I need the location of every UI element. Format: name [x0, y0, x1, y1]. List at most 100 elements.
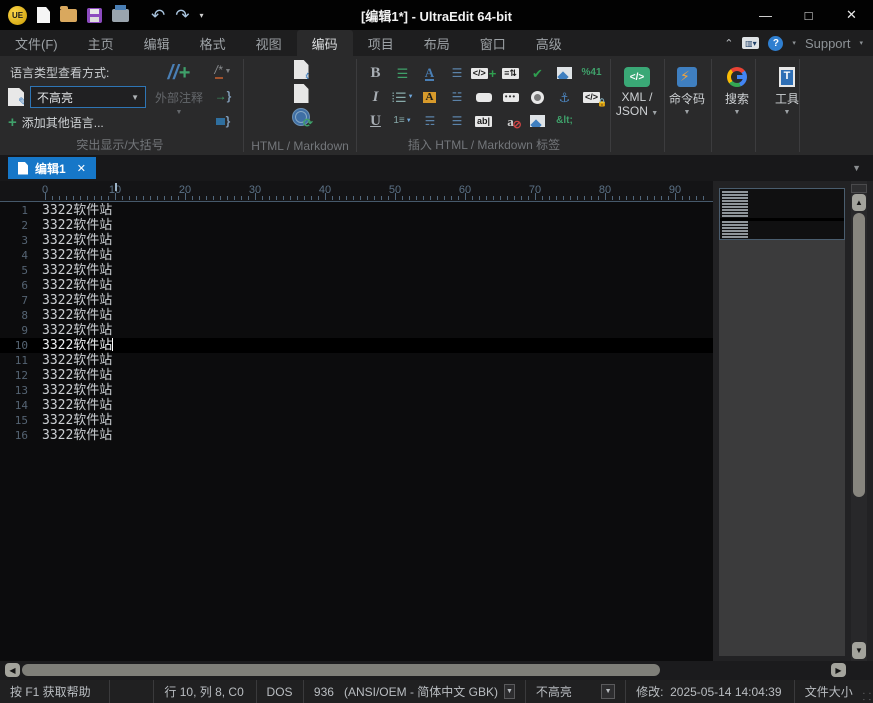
editor-text-area[interactable]: 13322软件站23322软件站33322软件站43322软件站53322软件站…: [0, 203, 713, 661]
print-icon[interactable]: [112, 9, 129, 22]
document-map-viewport[interactable]: [719, 188, 845, 240]
underline-icon[interactable]: U: [370, 114, 381, 129]
editor-line[interactable]: 123322软件站: [0, 368, 713, 383]
editor-line[interactable]: 63322软件站: [0, 278, 713, 293]
alt-tag-icon[interactable]: &lt;: [556, 116, 573, 126]
quick-access-dropdown-icon[interactable]: ▾: [200, 11, 204, 20]
menu-tab-窗口[interactable]: 窗口: [465, 30, 521, 56]
redo-icon[interactable]: ↷: [175, 7, 189, 24]
status-highlight-mode[interactable]: 不高亮 ▼: [526, 680, 626, 703]
highlight-dropdown-icon[interactable]: ▼: [601, 684, 615, 699]
editor-line[interactable]: 153322软件站: [0, 413, 713, 428]
help-dropdown-icon[interactable]: ▾: [792, 39, 796, 47]
editor-line[interactable]: 43322软件站: [0, 248, 713, 263]
percent-encode-icon[interactable]: %41: [581, 68, 601, 78]
code-add-icon[interactable]: </>+: [471, 67, 497, 80]
editor-line[interactable]: 13322软件站: [0, 203, 713, 218]
menu-tab-视图[interactable]: 视图: [241, 30, 297, 56]
scroll-up-button[interactable]: ▲: [852, 194, 866, 211]
edit-language-icon[interactable]: [8, 88, 24, 106]
undo-icon[interactable]: ↶: [151, 7, 165, 24]
support-menu[interactable]: Support: [805, 36, 851, 51]
editor-line[interactable]: 143322软件站: [0, 398, 713, 413]
scrollbar-split-box[interactable]: [851, 184, 867, 193]
editor-line[interactable]: 113322软件站: [0, 353, 713, 368]
status-line-ending[interactable]: DOS: [257, 680, 304, 703]
html-preview-icon[interactable]: ⚙: [294, 60, 309, 79]
collapse-ribbon-icon[interactable]: ⌃: [724, 37, 733, 50]
status-cursor-position[interactable]: 行 10, 列 8, C0: [154, 680, 256, 703]
button-field-icon[interactable]: [476, 93, 492, 102]
resize-grip[interactable]: ⸬: [863, 689, 871, 703]
align-center-icon[interactable]: ☰: [452, 67, 462, 79]
editor-line[interactable]: 133322软件站: [0, 383, 713, 398]
menu-tab-格式[interactable]: 格式: [185, 30, 241, 56]
xml-json-button[interactable]: </>XML /JSON ▼: [612, 56, 662, 155]
list-indent-icon[interactable]: ☰: [397, 67, 409, 80]
editor-line-active[interactable]: 103322软件站: [0, 338, 713, 353]
vertical-scrollbar[interactable]: ▲ ▼: [851, 181, 867, 661]
image-copy-icon[interactable]: [557, 67, 572, 79]
status-encoding[interactable]: 936 (ANSI/OEM - 简体中文 GBK) ▼: [304, 680, 526, 703]
editor-line[interactable]: 53322软件站: [0, 263, 713, 278]
goto-brace-button[interactable]: →}: [215, 87, 232, 105]
editor-line[interactable]: 33322软件站: [0, 233, 713, 248]
menu-tab-高级[interactable]: 高级: [521, 30, 577, 56]
radio-button-icon[interactable]: [531, 91, 544, 104]
tab-close-icon[interactable]: ✕: [77, 162, 86, 175]
encoding-dropdown-icon[interactable]: ▼: [504, 684, 515, 699]
editor-line[interactable]: 73322软件站: [0, 293, 713, 308]
tab-list-dropdown-icon[interactable]: ▼: [852, 163, 861, 173]
scroll-left-button[interactable]: ◀: [5, 663, 20, 677]
menu-tab-编辑[interactable]: 编辑: [129, 30, 185, 56]
ue-logo[interactable]: UE: [8, 6, 27, 25]
editor-line[interactable]: 163322软件站: [0, 428, 713, 443]
highlight-icon[interactable]: A: [423, 92, 437, 103]
input-method-icon[interactable]: ▥▾: [742, 37, 759, 49]
attributes-icon[interactable]: ≡⇅: [502, 68, 519, 79]
vertical-scrollbar-thumb[interactable]: [853, 213, 865, 497]
image-icon[interactable]: [530, 115, 545, 127]
support-dropdown-icon[interactable]: ▾: [859, 39, 863, 47]
align-left-icon[interactable]: ☴: [425, 115, 435, 127]
horizontal-scrollbar-thumb[interactable]: [22, 664, 660, 676]
menu-tab-布局[interactable]: 布局: [409, 30, 465, 56]
browser-view-icon[interactable]: [292, 108, 310, 126]
no-format-icon[interactable]: a: [507, 115, 514, 128]
comment-toggle-button[interactable]: /*▼: [215, 62, 232, 80]
checkbox-icon[interactable]: ✔: [532, 67, 543, 80]
add-language-button[interactable]: + 添加其他语言...: [8, 114, 104, 131]
code-lock-icon[interactable]: </>: [583, 92, 600, 103]
horizontal-scrollbar[interactable]: ◀ ▶: [0, 661, 851, 680]
save-icon[interactable]: [87, 8, 102, 23]
scroll-right-button[interactable]: ▶: [831, 663, 846, 677]
menu-tab-编码[interactable]: 编码: [297, 30, 353, 56]
command-code-button[interactable]: 命令码▼: [662, 56, 712, 155]
select-brace-button[interactable]: }: [216, 112, 231, 130]
align-justify-icon[interactable]: ☰: [452, 115, 462, 127]
close-button[interactable]: ✕: [830, 0, 873, 30]
tab-edit1[interactable]: 编辑1 ✕: [8, 157, 96, 179]
bullet-list-icon[interactable]: ⁞☰▼: [391, 91, 413, 104]
numbered-list-icon[interactable]: 1≡▼: [393, 116, 411, 126]
new-file-icon[interactable]: [37, 7, 50, 23]
scroll-down-button[interactable]: ▼: [852, 642, 866, 659]
font-color-icon[interactable]: A: [425, 66, 434, 81]
menu-tab-主页[interactable]: 主页: [73, 30, 129, 56]
html-run-icon[interactable]: ⚡▼: [294, 84, 309, 103]
editor-line[interactable]: 23322软件站: [0, 218, 713, 233]
text-field-icon[interactable]: ab|: [475, 116, 492, 127]
align-right-icon[interactable]: ☱: [452, 91, 462, 103]
editor-line[interactable]: 83322软件站: [0, 308, 713, 323]
menu-tab-文件(F)[interactable]: 文件(F): [0, 30, 73, 56]
external-comment-button[interactable]: //+ 外部注释 ▼: [150, 62, 208, 116]
ellipsis-field-icon[interactable]: •••: [503, 93, 519, 102]
menu-tab-项目[interactable]: 项目: [353, 30, 409, 56]
tools-button[interactable]: 工具▼: [762, 56, 812, 155]
maximize-button[interactable]: □: [787, 0, 830, 30]
open-folder-icon[interactable]: [60, 9, 77, 22]
language-select[interactable]: 不高亮 ▼: [30, 86, 146, 108]
editor-line[interactable]: 93322软件站: [0, 323, 713, 338]
anchor-person-icon[interactable]: ⚓: [559, 91, 571, 104]
minimize-button[interactable]: —: [744, 0, 787, 30]
